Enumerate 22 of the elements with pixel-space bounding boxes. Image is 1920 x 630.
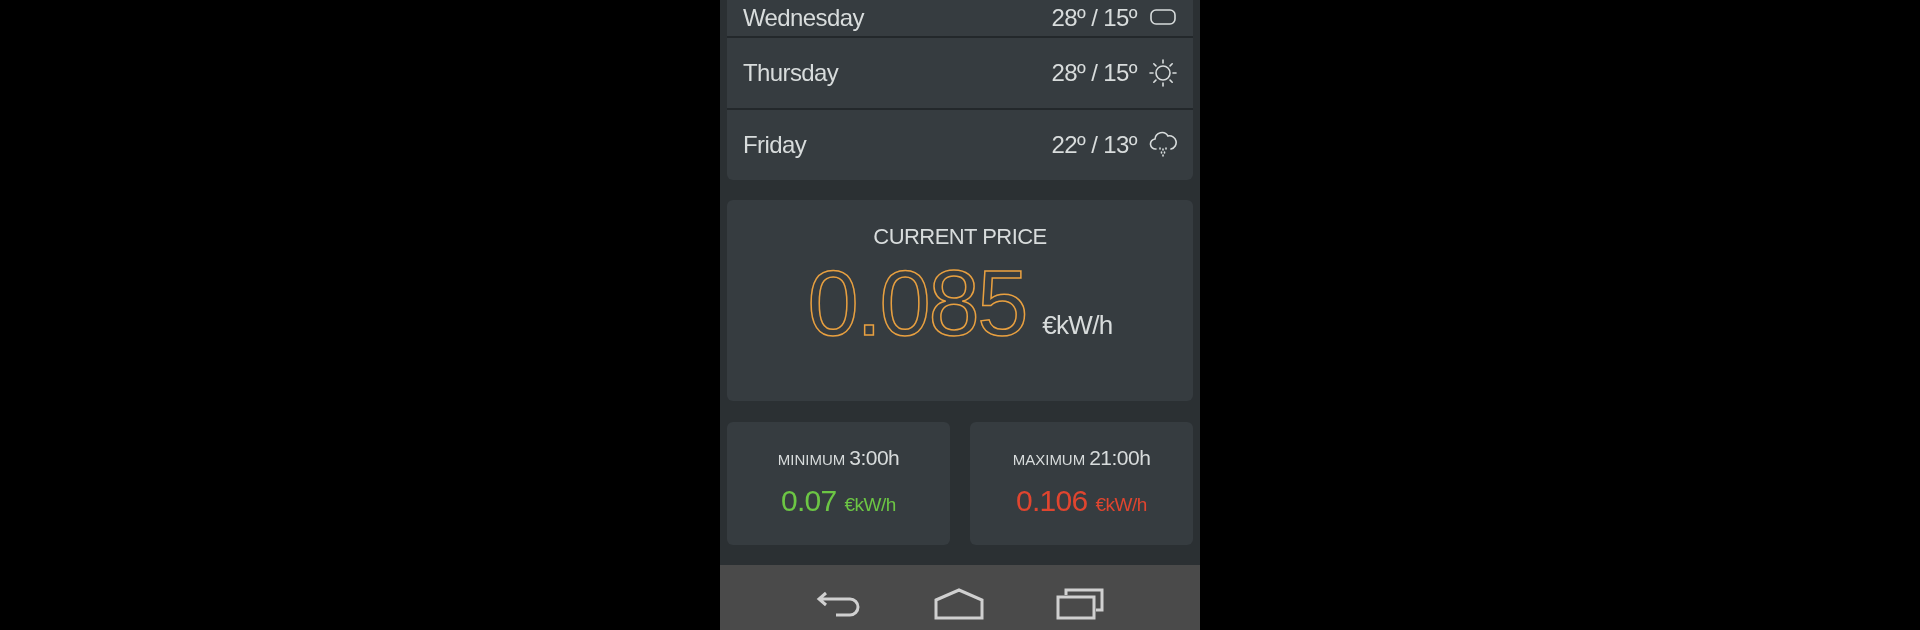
day-label: Friday xyxy=(743,130,807,160)
extreme-label: MINIMUM xyxy=(777,450,846,470)
extreme-time: 3:00h xyxy=(849,445,900,471)
extreme-unit: €kW/h xyxy=(1095,492,1147,517)
extreme-time: 21:00h xyxy=(1089,445,1151,471)
recents-icon xyxy=(1056,587,1104,620)
cloud-icon xyxy=(1149,8,1177,28)
temperature-range: 22º / 13º xyxy=(1051,130,1137,160)
day-label: Thursday xyxy=(743,58,839,88)
price-value: 0.085 xyxy=(807,257,1027,349)
temperature-range: 28º / 15º xyxy=(1051,3,1137,33)
day-label: Wednesday xyxy=(743,3,864,33)
extreme-value: 0.07 xyxy=(781,482,837,519)
card-title: CURRENT PRICE xyxy=(873,223,1047,251)
home-icon xyxy=(934,587,984,620)
extreme-label: MAXIMUM xyxy=(1012,450,1086,470)
sun-icon xyxy=(1149,59,1177,87)
rain-cloud-icon xyxy=(1149,130,1177,160)
temperature-range: 28º / 15º xyxy=(1051,58,1137,88)
price-unit: €kW/h xyxy=(1042,309,1113,342)
extreme-value: 0.106 xyxy=(1016,482,1088,519)
extreme-unit: €kW/h xyxy=(844,492,896,517)
